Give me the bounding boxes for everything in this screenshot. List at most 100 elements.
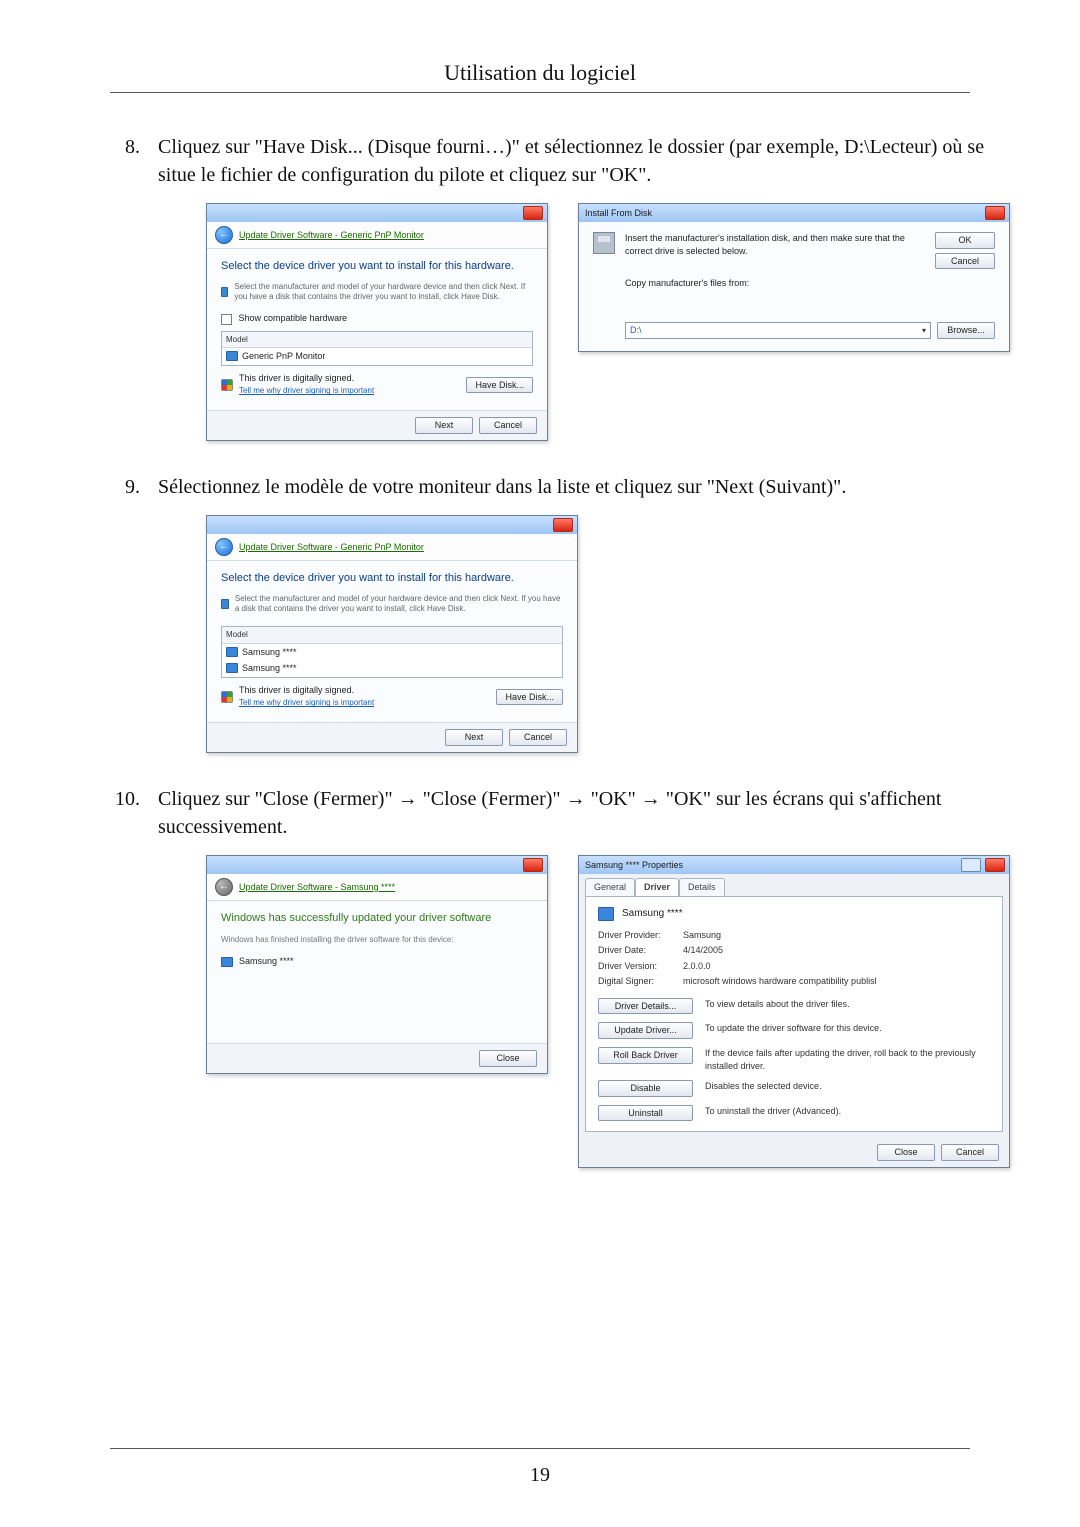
label-provider: Driver Provider: bbox=[598, 929, 683, 942]
tab-general[interactable]: General bbox=[585, 878, 635, 896]
driver-info-grid: Driver Provider: Samsung Driver Date: 4/… bbox=[598, 929, 990, 988]
value-version: 2.0.0.0 bbox=[683, 960, 990, 973]
back-icon[interactable]: ← bbox=[215, 226, 233, 244]
window-title: Samsung **** Properties bbox=[583, 859, 957, 872]
close-icon[interactable] bbox=[523, 858, 543, 872]
value-provider: Samsung bbox=[683, 929, 990, 942]
uninstall-button[interactable]: Uninstall bbox=[598, 1105, 693, 1122]
device-name: Samsung **** bbox=[622, 907, 683, 921]
driver-properties-dialog: Samsung **** Properties General Driver D… bbox=[578, 855, 1010, 1168]
footer-rule bbox=[110, 1448, 970, 1449]
signed-label: This driver is digitally signed. bbox=[239, 372, 374, 385]
monitor-icon bbox=[226, 663, 238, 673]
shield-icon bbox=[221, 379, 233, 391]
next-button[interactable]: Next bbox=[415, 417, 473, 434]
instruction-list: 8. Cliquez sur "Have Disk... (Disque fou… bbox=[110, 133, 970, 1176]
browse-button[interactable]: Browse... bbox=[937, 322, 995, 339]
model-listbox[interactable]: Model Samsung **** Samsung **** bbox=[221, 626, 563, 677]
step-text: Sélectionnez le modèle de votre moniteur… bbox=[158, 473, 970, 501]
close-icon[interactable] bbox=[985, 206, 1005, 220]
step-number: 9. bbox=[110, 473, 140, 761]
monitor-icon bbox=[221, 287, 228, 297]
list-item[interactable]: Samsung **** bbox=[222, 644, 562, 661]
help-icon[interactable] bbox=[961, 858, 981, 872]
list-item[interactable]: Samsung **** bbox=[222, 660, 562, 677]
step-10: 10. Cliquez sur "Close (Fermer)" → "Clos… bbox=[110, 785, 970, 1176]
step-number: 8. bbox=[110, 133, 140, 449]
section-title: Utilisation du logiciel bbox=[110, 60, 970, 86]
back-icon: ← bbox=[215, 878, 233, 896]
ok-button[interactable]: OK bbox=[935, 232, 995, 249]
step-text: Cliquez sur "Have Disk... (Disque fourni… bbox=[158, 133, 1010, 189]
monitor-icon bbox=[226, 351, 238, 361]
close-icon[interactable] bbox=[553, 518, 573, 532]
driver-details-button[interactable]: Driver Details... bbox=[598, 998, 693, 1015]
model-item-label: Samsung **** bbox=[242, 646, 297, 659]
wizard-heading: Select the device driver you want to ins… bbox=[221, 259, 533, 274]
shield-icon bbox=[221, 691, 233, 703]
close-icon[interactable] bbox=[523, 206, 543, 220]
page-number: 19 bbox=[0, 1464, 1080, 1487]
close-button[interactable]: Close bbox=[479, 1050, 537, 1067]
have-disk-button[interactable]: Have Disk... bbox=[466, 377, 533, 394]
copy-from-label: Copy manufacturer's files from: bbox=[625, 277, 995, 290]
breadcrumb: Update Driver Software - Samsung **** bbox=[239, 881, 395, 894]
update-success-dialog: ← Update Driver Software - Samsung **** … bbox=[206, 855, 548, 1074]
update-driver-button[interactable]: Update Driver... bbox=[598, 1022, 693, 1039]
disable-desc: Disables the selected device. bbox=[705, 1080, 990, 1093]
tab-strip: General Driver Details bbox=[579, 874, 1009, 896]
update-driver-wizard-samsung: ← Update Driver Software - Generic PnP M… bbox=[206, 515, 578, 753]
tab-driver[interactable]: Driver bbox=[635, 878, 679, 896]
chevron-down-icon[interactable]: ▾ bbox=[922, 325, 926, 336]
update-driver-desc: To update the driver software for this d… bbox=[705, 1022, 990, 1035]
monitor-icon bbox=[598, 907, 614, 921]
show-compatible-label: Show compatible hardware bbox=[239, 313, 348, 323]
cancel-button[interactable]: Cancel bbox=[941, 1144, 999, 1161]
close-button[interactable]: Close bbox=[877, 1144, 935, 1161]
window-title: Install From Disk bbox=[583, 207, 981, 220]
floppy-icon bbox=[593, 232, 615, 254]
show-compatible-checkbox[interactable] bbox=[221, 314, 232, 325]
install-from-disk-dialog: Install From Disk Insert the manufacture… bbox=[578, 203, 1010, 352]
back-icon[interactable]: ← bbox=[215, 538, 233, 556]
driver-details-desc: To view details about the driver files. bbox=[705, 998, 990, 1011]
breadcrumb: Update Driver Software - Generic PnP Mon… bbox=[239, 541, 424, 554]
close-icon[interactable] bbox=[985, 858, 1005, 872]
wizard-note: Select the manufacturer and model of you… bbox=[234, 282, 533, 302]
monitor-icon bbox=[226, 647, 238, 657]
monitor-icon bbox=[221, 599, 229, 609]
wizard-note: Select the manufacturer and model of you… bbox=[235, 594, 563, 614]
step-8: 8. Cliquez sur "Have Disk... (Disque fou… bbox=[110, 133, 970, 449]
device-name: Samsung **** bbox=[239, 955, 294, 968]
value-date: 4/14/2005 bbox=[683, 944, 990, 957]
install-msg: Insert the manufacturer's installation d… bbox=[625, 232, 925, 269]
tab-details[interactable]: Details bbox=[679, 878, 725, 896]
model-header: Model bbox=[222, 332, 532, 348]
signing-link[interactable]: Tell me why driver signing is important bbox=[239, 386, 374, 395]
disable-button[interactable]: Disable bbox=[598, 1080, 693, 1097]
monitor-icon bbox=[221, 957, 233, 967]
cancel-button[interactable]: Cancel bbox=[509, 729, 567, 746]
success-heading: Windows has successfully updated your dr… bbox=[221, 911, 533, 926]
label-signer: Digital Signer: bbox=[598, 975, 683, 988]
signing-link[interactable]: Tell me why driver signing is important bbox=[239, 698, 374, 707]
step-text: Cliquez sur "Close (Fermer)" → "Close (F… bbox=[158, 785, 1010, 841]
step-number: 10. bbox=[110, 785, 140, 1176]
uninstall-desc: To uninstall the driver (Advanced). bbox=[705, 1105, 990, 1118]
model-listbox[interactable]: Model Generic PnP Monitor bbox=[221, 331, 533, 366]
path-value: D:\ bbox=[630, 324, 642, 337]
next-button[interactable]: Next bbox=[445, 729, 503, 746]
label-date: Driver Date: bbox=[598, 944, 683, 957]
list-item[interactable]: Generic PnP Monitor bbox=[222, 348, 532, 365]
model-header: Model bbox=[222, 627, 562, 643]
header-rule bbox=[110, 92, 970, 93]
path-combobox[interactable]: D:\ ▾ bbox=[625, 322, 931, 339]
rollback-driver-button[interactable]: Roll Back Driver bbox=[598, 1047, 693, 1064]
cancel-button[interactable]: Cancel bbox=[935, 253, 995, 270]
success-sub: Windows has finished installing the driv… bbox=[221, 934, 533, 945]
have-disk-button[interactable]: Have Disk... bbox=[496, 689, 563, 706]
cancel-button[interactable]: Cancel bbox=[479, 417, 537, 434]
value-signer: microsoft windows hardware compatibility… bbox=[683, 975, 990, 988]
update-driver-wizard-generic: ← Update Driver Software - Generic PnP M… bbox=[206, 203, 548, 441]
signed-label: This driver is digitally signed. bbox=[239, 684, 374, 697]
